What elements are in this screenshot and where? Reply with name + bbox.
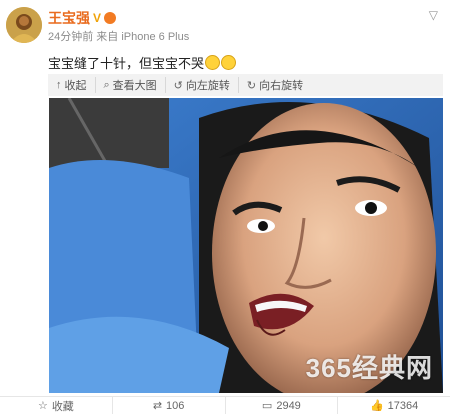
rotate-left-icon: ↺ <box>173 79 183 92</box>
watermark: 365经典网 <box>305 353 433 383</box>
like-count: 17364 <box>387 399 419 412</box>
rotate-right-button[interactable]: ↻ 向右旋转 <box>237 77 311 93</box>
post-body: 宝宝缝了十针，但宝宝不哭 <box>48 56 205 71</box>
comment-button[interactable]: ▭ 2949 <box>224 397 338 414</box>
rotate-right-icon: ↻ <box>246 79 257 92</box>
collapse-label: 收起 <box>64 80 87 92</box>
view-large-button[interactable]: ⌕ 查看大图 <box>94 77 165 93</box>
favorite-button[interactable]: ☆ 收藏 <box>0 397 112 414</box>
thumbs-up-icon: 👍 <box>369 400 384 412</box>
rotate-left-label: 向左旋转 <box>185 80 230 92</box>
username[interactable]: 王宝强 <box>48 8 90 28</box>
collapse-button[interactable]: ↑ 收起 <box>48 77 95 93</box>
action-bar: ☆ 收藏 ⇄ 106 ▭ 2949 👍 17364 <box>0 396 450 414</box>
repost-count: 106 <box>166 399 185 412</box>
member-icon <box>104 12 117 24</box>
avatar[interactable] <box>6 7 42 43</box>
chevron-down-icon[interactable]: ▽ <box>429 8 438 22</box>
collapse-icon: ↑ <box>56 79 62 91</box>
magnifier-icon: ⌕ <box>103 78 110 91</box>
comment-count: 2949 <box>276 399 301 412</box>
view-large-label: 查看大图 <box>112 80 157 92</box>
star-icon: ☆ <box>37 400 48 412</box>
post-photo[interactable]: 365经典网 <box>49 98 443 393</box>
crying-face-icon <box>221 55 237 70</box>
repost-icon: ⇄ <box>152 400 163 412</box>
crying-face-icon <box>205 55 221 70</box>
rotate-left-button[interactable]: ↺ 向左旋转 <box>164 77 238 93</box>
repost-button[interactable]: ⇄ 106 <box>111 397 225 414</box>
like-button[interactable]: 👍 17364 <box>337 397 450 414</box>
comment-icon: ▭ <box>261 400 273 412</box>
post-header: 王宝强 V 24分钟前 来自 iPhone 6 Plus ▽ <box>0 0 450 50</box>
post-meta[interactable]: 24分钟前 来自 iPhone 6 Plus <box>48 28 189 44</box>
verified-icon: V <box>93 11 102 25</box>
rotate-right-label: 向右旋转 <box>259 80 304 92</box>
image-toolbar: ↑ 收起 ⌕ 查看大图 ↺ 向左旋转 ↻ 向右旋转 <box>48 74 443 96</box>
favorite-label: 收藏 <box>51 400 74 413</box>
post-text: 宝宝缝了十针，但宝宝不哭 <box>48 53 237 72</box>
